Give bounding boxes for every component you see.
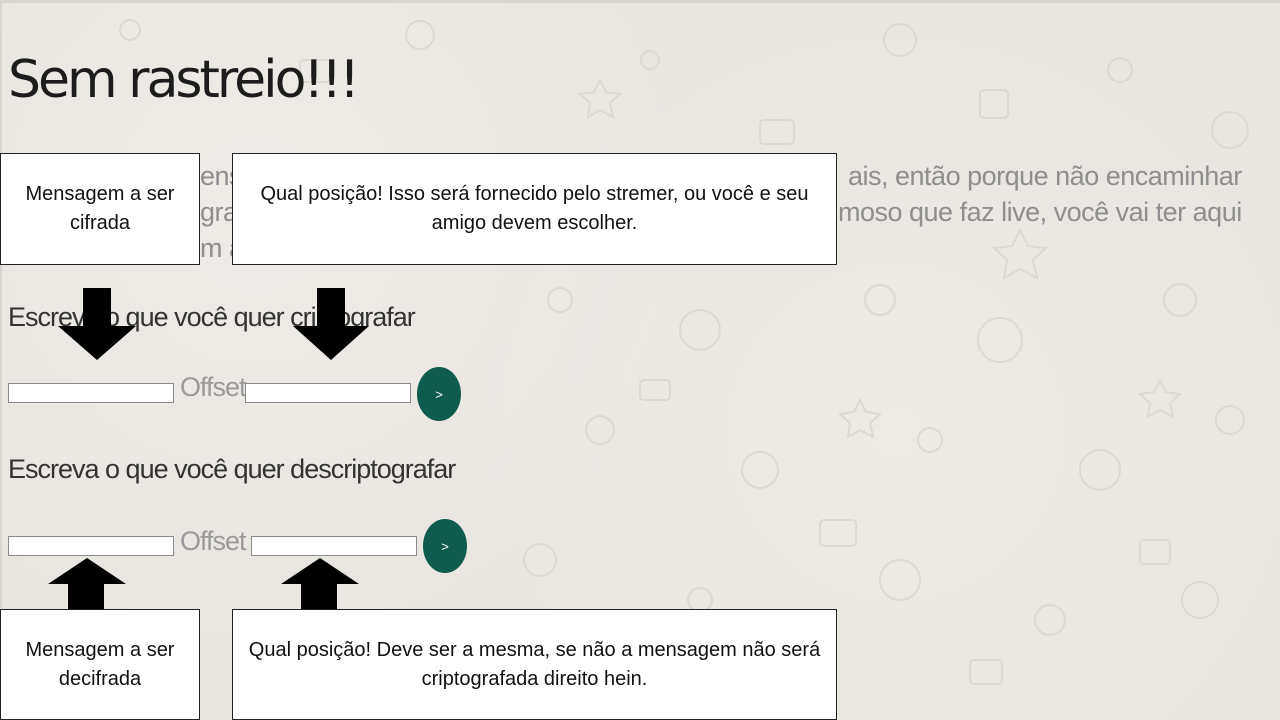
callout-decrypt-offset: Qual posição! Deve ser a mesma, se não a…: [232, 609, 837, 720]
top-border: [0, 0, 1280, 3]
arrow-down-icon: [58, 288, 136, 360]
callout-encrypt-offset: Qual posição! Isso será fornecido pelo s…: [232, 153, 837, 265]
encrypt-offset-input[interactable]: [245, 383, 411, 403]
encrypt-submit-button[interactable]: >: [417, 367, 461, 421]
callout-text: Mensagem a ser decifrada: [25, 638, 175, 690]
decrypt-label: Escreva o que você quer descriptografar: [8, 454, 456, 484]
page-title: Sem rastreio!!!: [8, 50, 360, 110]
intro-text-line-2: moso que faz live, você vai ter aqui: [838, 197, 1242, 227]
intro-text-line-1: ais, então porque não encaminhar: [848, 161, 1242, 191]
callout-decrypt-message: Mensagem a ser decifrada: [0, 609, 200, 720]
decrypt-offset-input[interactable]: [251, 536, 417, 556]
callout-text: Qual posição! Isso será fornecido pelo s…: [260, 183, 809, 234]
decrypt-offset-label: Offset: [180, 526, 247, 556]
decrypt-submit-button[interactable]: >: [423, 519, 467, 573]
arrow-up-icon: [281, 558, 359, 610]
encrypt-message-input[interactable]: [8, 383, 174, 403]
arrow-up-icon: [48, 558, 126, 610]
encrypt-offset-label: Offset: [180, 372, 247, 402]
callout-text: Qual posição! Deve ser a mesma, se não a…: [248, 638, 821, 690]
callout-text: Mensagem a ser cifrada: [25, 183, 175, 234]
callout-encrypt-message: Mensagem a ser cifrada: [0, 153, 200, 265]
decrypt-message-input[interactable]: [8, 536, 174, 556]
arrow-down-icon: [293, 288, 369, 360]
